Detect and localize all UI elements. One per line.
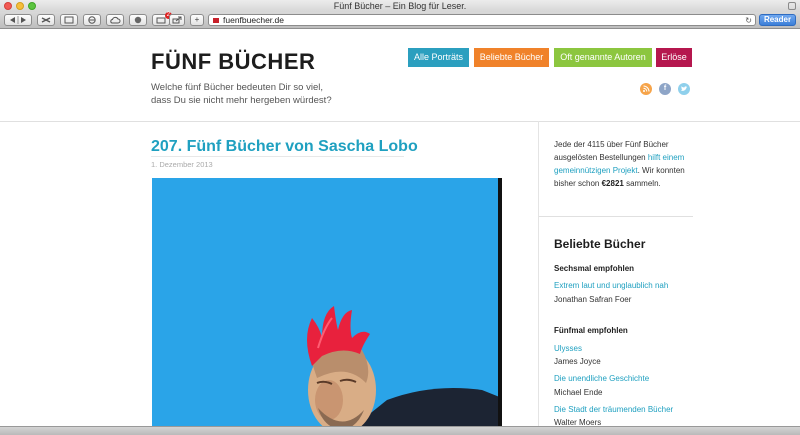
- reload-icon[interactable]: ↻: [745, 15, 752, 26]
- new-tab-button[interactable]: +: [190, 14, 204, 26]
- zoom-window-button[interactable]: [28, 2, 36, 10]
- tagline-line-1: Welche fünf Bücher bedeuten Dir so viel,: [151, 82, 323, 93]
- fullscreen-button[interactable]: [788, 2, 796, 10]
- post-title-underline: [151, 156, 404, 157]
- group-label: Sechsmal empfohlen: [554, 264, 635, 273]
- sidebar-rule: [539, 216, 693, 217]
- web-page: FÜNF BÜCHER Welche fünf Bücher bedeuten …: [0, 30, 800, 426]
- nav-frequent-authors[interactable]: Oft genannte Autoren: [554, 48, 652, 67]
- post-photo: [152, 178, 502, 426]
- header-divider: [0, 121, 800, 122]
- popular-books-heading: Beliebte Bücher: [554, 237, 646, 251]
- cloud-icon: [110, 16, 121, 24]
- sidebar-button[interactable]: [60, 14, 78, 26]
- url-text: fuenfbuecher.de: [223, 15, 284, 25]
- rss-icon[interactable]: [640, 83, 652, 95]
- post-title[interactable]: 207. Fünf Bücher von Sascha Lobo: [151, 138, 418, 156]
- donation-amount: €2821: [601, 179, 624, 188]
- book-title-link[interactable]: Die unendliche Geschichte: [554, 374, 649, 383]
- status-bar: [0, 426, 800, 435]
- donation-info: Jede der 4115 über Fünf Bücher ausgelöst…: [554, 138, 694, 190]
- group-label: Fünfmal empfohlen: [554, 326, 628, 335]
- minimize-window-button[interactable]: [16, 2, 24, 10]
- back-forward-icon: [10, 16, 26, 24]
- site-favicon-icon: [213, 18, 219, 23]
- portrait-illustration: [152, 178, 502, 426]
- tagline-line-2: dass Du sie nicht mehr hergeben würdest?: [151, 95, 332, 106]
- browser-toolbar: 2 + fuenfbuecher.de ↻ Reader: [0, 12, 800, 29]
- book-author: James Joyce: [554, 357, 601, 366]
- puzzle-icon: [41, 17, 51, 23]
- nav-all-portraits[interactable]: Alle Porträts: [408, 48, 469, 67]
- share-button[interactable]: [169, 14, 185, 26]
- reader-button[interactable]: Reader: [759, 14, 796, 26]
- address-bar[interactable]: fuenfbuecher.de ↻: [208, 14, 756, 26]
- sidebar-icon: [64, 16, 74, 24]
- book-title-link[interactable]: Extrem laut und unglaublich nah: [554, 281, 668, 290]
- donation-text-3: sammeln.: [623, 179, 661, 188]
- book-title-link[interactable]: Ulysses: [554, 344, 582, 353]
- book-title-link[interactable]: Die Stadt der träumenden Bücher: [554, 405, 673, 414]
- post-date: 1. Dezember 2013: [151, 160, 213, 169]
- share-icon: [172, 16, 182, 24]
- nav-proceeds[interactable]: Erlöse: [656, 48, 692, 67]
- reading-list-button[interactable]: 2: [152, 12, 172, 26]
- site-tagline: Welche fünf Bücher bedeuten Dir so viel,…: [151, 81, 371, 107]
- twitter-icon[interactable]: [678, 83, 690, 95]
- sidebar-divider: [538, 121, 539, 426]
- book-author: Michael Ende: [554, 388, 603, 397]
- share-button-1[interactable]: [83, 14, 101, 26]
- globe-arrow-icon: [88, 16, 96, 24]
- site-title[interactable]: FÜNF BÜCHER: [151, 49, 315, 75]
- window-titlebar: Fünf Bücher – Ein Blog für Leser.: [0, 0, 800, 12]
- facebook-icon[interactable]: f: [659, 83, 671, 95]
- icloud-tabs-button[interactable]: [106, 14, 124, 26]
- window-title: Fünf Bücher – Ein Blog für Leser.: [333, 1, 467, 11]
- nav-popular-books[interactable]: Beliebte Bücher: [474, 48, 549, 67]
- extensions-button[interactable]: [37, 14, 55, 26]
- book-author: Walter Moers: [554, 418, 602, 426]
- close-window-button[interactable]: [4, 2, 12, 10]
- top-sites-button[interactable]: [129, 14, 147, 26]
- circle-icon: [134, 16, 142, 24]
- plus-icon: +: [194, 15, 200, 24]
- back-forward-buttons[interactable]: [4, 14, 32, 26]
- book-author: Jonathan Safran Foer: [554, 295, 632, 304]
